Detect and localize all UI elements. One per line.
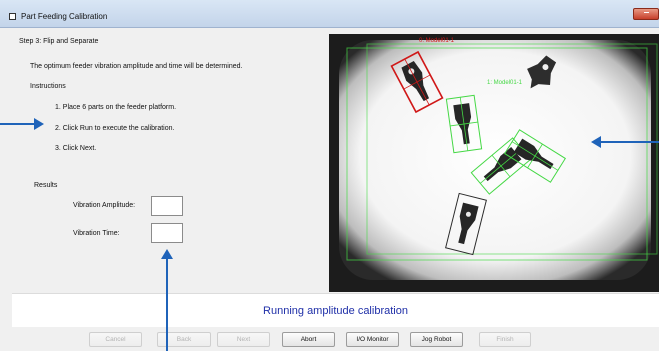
step-description: The optimum feeder vibration amplitude a… bbox=[30, 63, 243, 70]
jog-robot-button[interactable]: Jog Robot bbox=[410, 332, 463, 347]
window-title: Part Feeding Calibration bbox=[21, 12, 108, 21]
finish-button[interactable]: Finish bbox=[479, 332, 531, 347]
close-button[interactable] bbox=[633, 8, 659, 20]
instructions-heading: Instructions bbox=[30, 83, 66, 90]
feeder-platform bbox=[339, 40, 651, 280]
window-icon bbox=[9, 13, 16, 20]
amplitude-label: Vibration Amplitude: bbox=[73, 202, 136, 209]
abort-button[interactable]: Abort bbox=[282, 332, 335, 347]
instruction-item-1: 1. Place 6 parts on the feeder platform. bbox=[55, 104, 177, 111]
step-heading: Step 3: Flip and Separate bbox=[19, 38, 99, 45]
camera-view[interactable]: 0: Model01-1 1: Model01-1 bbox=[329, 34, 659, 292]
camera-image: 0: Model01-1 1: Model01-1 bbox=[329, 34, 659, 292]
results-heading: Results bbox=[34, 182, 58, 189]
cancel-button[interactable]: Cancel bbox=[89, 332, 142, 347]
calibration-window: Part Feeding Calibration Step 3: Flip an… bbox=[0, 0, 659, 351]
instruction-item-3: 3. Click Next. bbox=[55, 145, 97, 152]
instruction-item-2: 2. Click Run to execute the calibration. bbox=[55, 125, 175, 132]
next-button[interactable]: Next bbox=[217, 332, 270, 347]
status-message: Running amplitude calibration bbox=[263, 305, 408, 317]
title-bar[interactable]: Part Feeding Calibration bbox=[0, 0, 659, 28]
red-model-label: 0: Model01-1 bbox=[419, 38, 455, 44]
time-label: Vibration Time: bbox=[73, 230, 120, 237]
time-value-box bbox=[151, 223, 183, 243]
green-model-label: 1: Model01-1 bbox=[487, 80, 523, 86]
amplitude-value-box bbox=[151, 196, 183, 216]
wizard-button-bar: Cancel Back Next Abort I/O Monitor Jog R… bbox=[0, 327, 659, 351]
status-area: Running amplitude calibration bbox=[12, 293, 659, 327]
io-monitor-button[interactable]: I/O Monitor bbox=[346, 332, 399, 347]
